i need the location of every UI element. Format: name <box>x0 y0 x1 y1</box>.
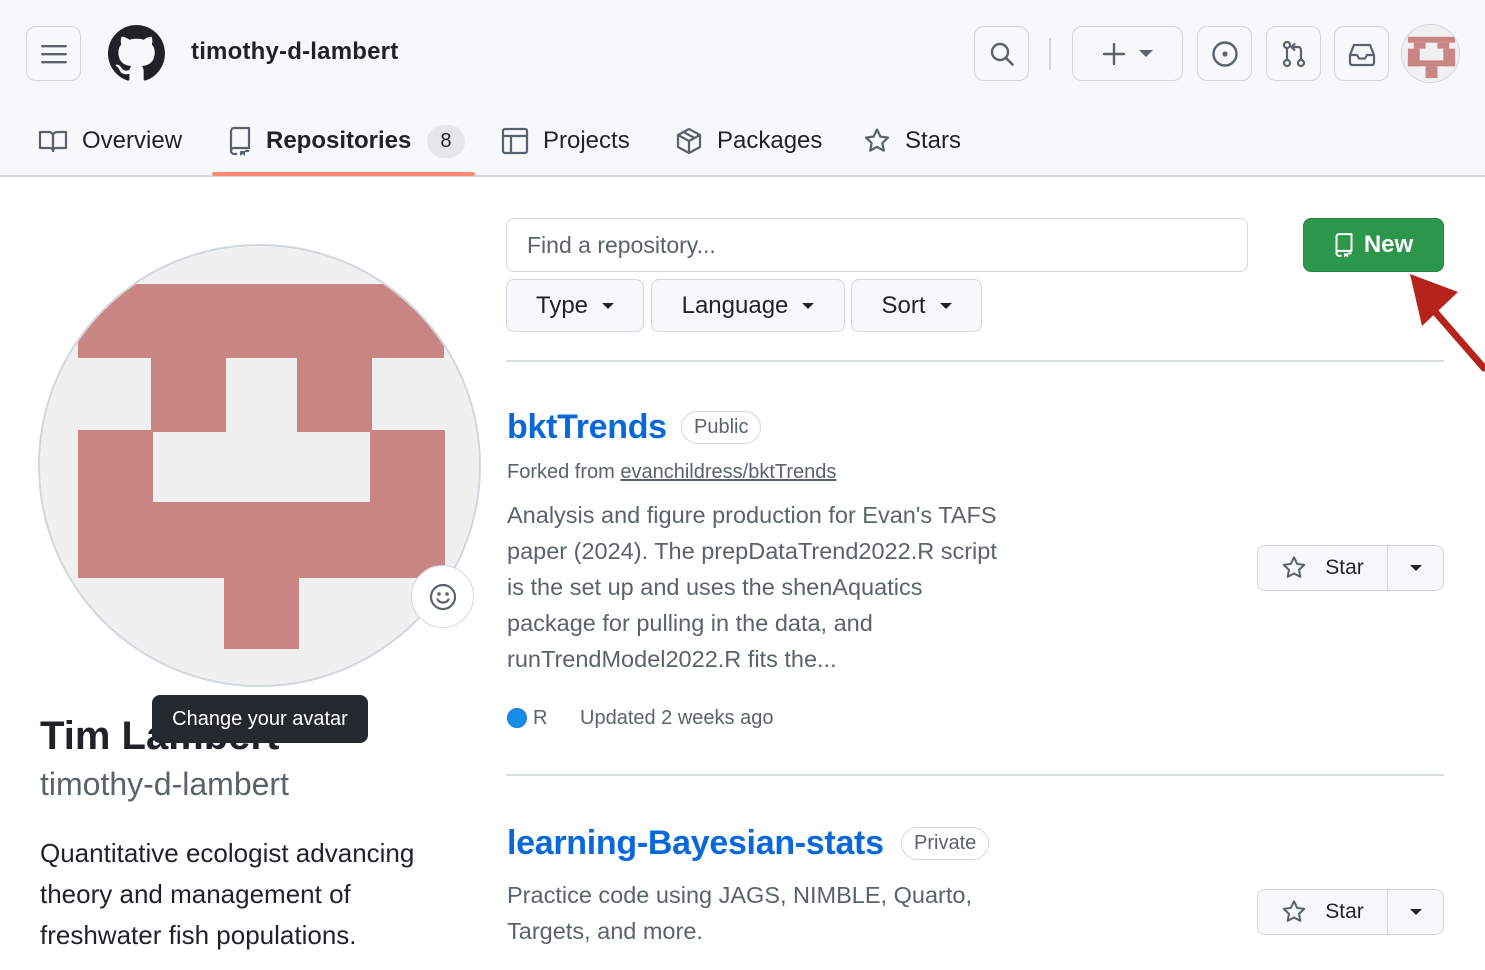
caret-down-icon <box>1409 565 1422 571</box>
repo-name-link[interactable]: learning-Bayesian-stats <box>507 824 884 863</box>
repo-description: Practice code using JAGS, NIMBLE, Quarto… <box>507 877 1047 949</box>
tab-packages-label: Packages <box>717 127 823 154</box>
user-avatar-small[interactable] <box>1401 24 1460 83</box>
inbox-button[interactable] <box>1334 26 1389 81</box>
forked-from-link[interactable]: evanchildress/bktTrends <box>620 461 836 483</box>
star-icon <box>1282 556 1306 578</box>
inbox-icon <box>1348 43 1375 66</box>
description-line: Practice code using JAGS, NIMBLE, Quarto… <box>507 882 972 908</box>
issue-opened-icon <box>1211 40 1238 67</box>
star-icon <box>1282 900 1306 922</box>
tab-projects-label: Projects <box>543 127 630 154</box>
set-status-button[interactable] <box>411 565 474 628</box>
git-pull-request-icon <box>1282 40 1305 67</box>
issues-button[interactable] <box>1197 26 1252 81</box>
tab-stars-label: Stars <box>905 127 962 154</box>
github-logo-icon[interactable] <box>108 25 165 82</box>
bio-line: freshwater fish populations. <box>40 920 357 950</box>
search-button[interactable] <box>974 26 1029 81</box>
sort-filter-label: Sort <box>881 291 926 319</box>
tab-packages[interactable]: Packages <box>675 106 822 176</box>
description-line: runTrendModel2022.R fits the... <box>507 646 837 672</box>
new-button-label: New <box>1363 231 1414 258</box>
caret-down-icon <box>802 302 815 309</box>
triangle-down-icon <box>1138 49 1153 57</box>
type-filter-button[interactable]: Type <box>506 279 644 332</box>
menu-button[interactable] <box>26 26 81 81</box>
book-icon <box>38 130 68 153</box>
selected-tab-indicator <box>212 172 475 176</box>
bio-line: Quantitative ecologist advancing <box>40 838 415 868</box>
tab-overview[interactable]: Overview <box>38 106 182 176</box>
find-repository-input[interactable] <box>506 218 1248 272</box>
star-label: Star <box>1325 900 1364 923</box>
list-divider <box>506 774 1444 776</box>
plus-icon <box>1102 42 1125 65</box>
tab-projects[interactable]: Projects <box>501 106 630 176</box>
repo-icon <box>229 126 251 156</box>
star-label: Star <box>1325 556 1364 579</box>
star-button[interactable]: Star <box>1258 890 1388 934</box>
header-username[interactable]: timothy-d-lambert <box>191 38 398 66</box>
language-filter-label: Language <box>681 291 789 319</box>
list-divider <box>506 360 1444 362</box>
profile-bio: Quantitative ecologist advancing theory … <box>40 833 480 956</box>
repo-icon <box>1335 233 1353 258</box>
global-header: timothy-d-lambert Overview Repositories … <box>0 0 1485 177</box>
repo-name-link[interactable]: bktTrends <box>507 408 667 447</box>
profile-avatar[interactable] <box>38 244 481 687</box>
visibility-badge: Private <box>901 827 990 860</box>
star-button[interactable]: Star <box>1258 546 1388 590</box>
description-line: paper (2024). The prepDataTrend2022.R sc… <box>507 538 997 564</box>
description-line: Analysis and figure production for Evan'… <box>507 502 997 528</box>
star-icon <box>864 128 890 152</box>
tab-overview-label: Overview <box>82 127 183 154</box>
sort-filter-button[interactable]: Sort <box>851 279 982 332</box>
caret-down-icon <box>602 302 615 309</box>
tab-repositories[interactable]: Repositories 8 <box>228 106 465 176</box>
profile-login: timothy-d-lambert <box>40 766 289 802</box>
tab-repositories-label: Repositories <box>266 127 412 154</box>
table-icon <box>501 127 529 155</box>
header-divider <box>1049 38 1051 70</box>
change-avatar-tooltip: Change your avatar <box>152 695 368 743</box>
tab-stars[interactable]: Stars <box>863 106 961 176</box>
language-color-dot <box>507 708 527 728</box>
search-icon <box>990 42 1014 66</box>
smiley-icon <box>429 583 456 610</box>
caret-down-icon <box>1409 909 1422 915</box>
star-button-group: Star <box>1257 889 1444 935</box>
create-new-button[interactable] <box>1072 26 1183 81</box>
bio-line: theory and management of <box>40 879 351 909</box>
repo-updated: Updated 2 weeks ago <box>580 707 774 729</box>
repo-language: R <box>533 707 548 729</box>
new-repository-button[interactable]: New <box>1303 218 1444 272</box>
package-icon <box>676 127 702 155</box>
forked-prefix: Forked from <box>507 461 615 483</box>
repo-description: Analysis and figure production for Evan'… <box>507 497 1047 677</box>
profile-nav: Overview Repositories 8 Projects Package… <box>0 106 1100 176</box>
type-filter-label: Type <box>535 291 589 319</box>
description-line: is the set up and uses the shenAquatics <box>507 574 923 600</box>
visibility-badge: Public <box>681 411 762 444</box>
language-filter-button[interactable]: Language <box>651 279 845 332</box>
hamburger-icon <box>40 44 67 63</box>
star-button-group: Star <box>1257 545 1444 591</box>
repositories-count-badge: 8 <box>427 124 465 158</box>
pull-requests-button[interactable] <box>1266 26 1321 81</box>
star-list-dropdown[interactable] <box>1388 890 1443 934</box>
description-line: package for pulling in the data, and <box>507 610 873 636</box>
star-list-dropdown[interactable] <box>1388 546 1443 590</box>
description-line: Targets, and more. <box>507 918 703 944</box>
caret-down-icon <box>939 302 952 309</box>
forked-from: Forked from evanchildress/bktTrends <box>507 461 836 484</box>
